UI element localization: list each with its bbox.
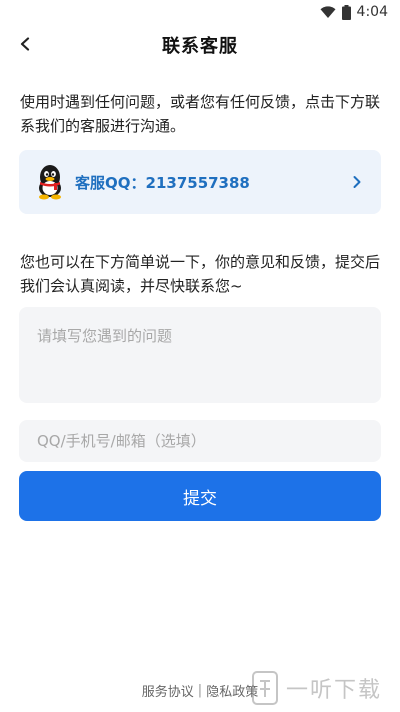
- wifi-icon: [320, 5, 336, 19]
- watermark-text: 一听下载: [286, 678, 383, 703]
- qq-penguin-icon: [35, 164, 65, 200]
- feedback-intro-text: 您也可以在下方简单说一下，你的意见和反馈，提交后我们会认真阅读，并尽快联系您~: [20, 253, 381, 295]
- page-title: 联系客服: [162, 36, 238, 57]
- battery-icon: [341, 4, 351, 20]
- back-button[interactable]: [10, 30, 40, 60]
- status-time: 4:04: [356, 4, 388, 20]
- intro-text: 使用时遇到任何问题，或者您有任何反馈，点击下方联系我们的客服进行沟通。: [20, 93, 381, 135]
- qq-contact-label: 客服QQ：2137557388: [75, 173, 250, 192]
- qq-contact-card[interactable]: 客服QQ：2137557388: [19, 150, 381, 214]
- submit-button[interactable]: 提交: [19, 471, 381, 521]
- privacy-policy-link[interactable]: 隐私政策: [206, 681, 258, 700]
- app-bar: 联系客服: [0, 24, 400, 66]
- footer-separator: |: [197, 682, 203, 698]
- watermark: 一听下载: [252, 668, 400, 708]
- watermark-logo-icon: [252, 671, 278, 705]
- chevron-left-icon: [19, 36, 31, 55]
- chevron-right-icon: [349, 174, 365, 190]
- service-agreement-link[interactable]: 服务协议: [142, 681, 194, 700]
- problem-input[interactable]: [19, 307, 381, 403]
- contact-input[interactable]: [19, 420, 381, 462]
- status-bar: 4:04: [0, 0, 400, 24]
